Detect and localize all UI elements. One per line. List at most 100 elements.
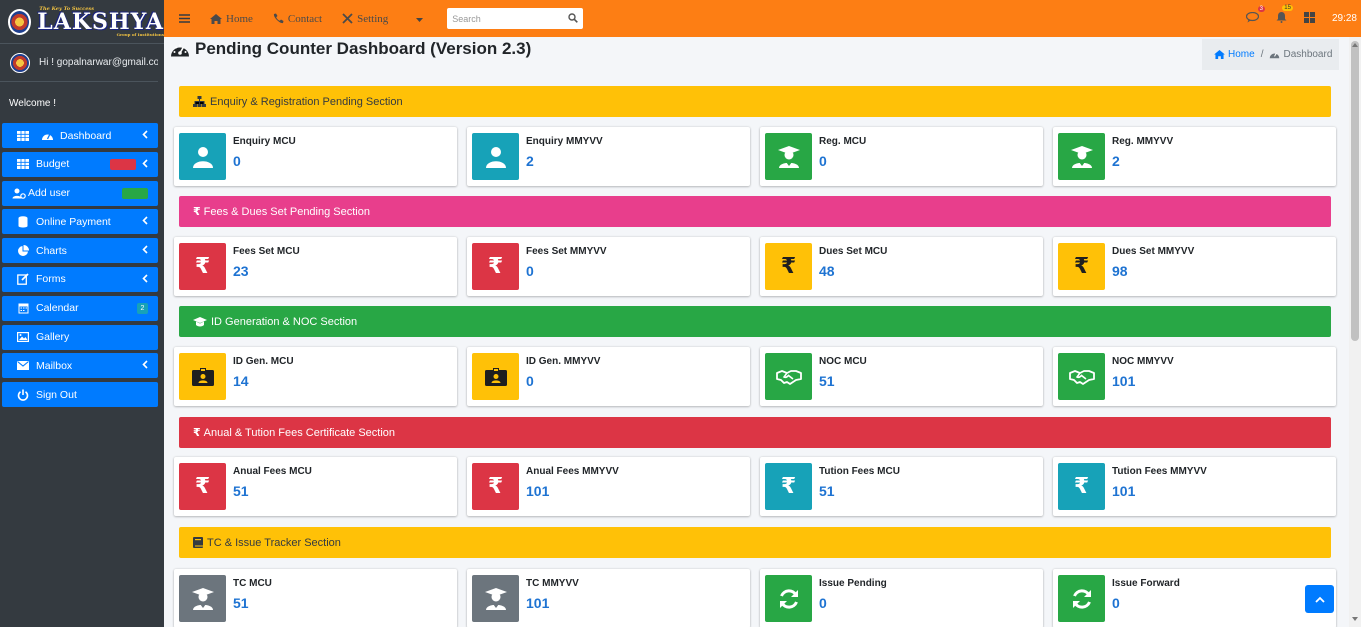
sidebar-item-dashboard[interactable]: Dashboard [2, 123, 158, 148]
sidebar-item-add-user[interactable]: Add user [2, 180, 158, 206]
card-label: Fees Set MMYVV [526, 246, 607, 257]
chevron-left-icon[interactable] [142, 159, 148, 171]
calendar-icon [16, 302, 30, 314]
brand[interactable]: The Key To Success LAKSHYA Group of Inst… [0, 0, 164, 44]
sidebar-item-charts[interactable]: Charts [2, 238, 158, 264]
card-label: Dues Set MMYVV [1112, 246, 1195, 257]
sidebar-item-gallery[interactable]: Gallery [2, 324, 158, 350]
user-cog-icon [12, 188, 26, 199]
breadcrumb-current-label: Dashboard [1283, 49, 1333, 60]
card-label: NOC MCU [819, 356, 867, 367]
chevron-left-icon[interactable] [142, 360, 148, 372]
sidebar-item-forms[interactable]: Forms [2, 266, 158, 292]
card-value: 101 [526, 595, 550, 611]
sidebar-item-label: Add user [28, 187, 71, 200]
card-label: Reg. MCU [819, 136, 867, 147]
card-anual-fees-mcu[interactable]: ₹ Anual Fees MCU 51 [174, 457, 457, 516]
card-issue-pending[interactable]: Issue Pending 0 [760, 569, 1043, 627]
clock-display: 29:28 [1331, 13, 1357, 24]
tachometer-icon [1270, 52, 1280, 59]
welcome-text: Welcome ! [9, 98, 57, 109]
nav-contact-link[interactable]: Contact [273, 13, 322, 25]
pie-chart-icon [16, 244, 30, 257]
card-noc-mmyvv[interactable]: NOC MMYVV 101 [1053, 347, 1336, 406]
sidebar-item-sign-out[interactable]: Sign Out [2, 382, 158, 408]
scrollbar-thumb[interactable] [1351, 41, 1359, 341]
sidebar-item-label: Forms [36, 273, 66, 286]
card-fees-set-mcu[interactable]: ₹ Fees Set MCU 23 [174, 237, 457, 296]
sidebar-menu: Dashboard Budget Add user Online Payment… [0, 123, 164, 408]
chevron-left-icon[interactable] [142, 245, 148, 257]
sidebar-item-calendar[interactable]: Calendar 2 [2, 295, 158, 321]
page-title-text: Pending Counter Dashboard (Version 2.3) [195, 39, 532, 58]
chevron-left-icon[interactable] [142, 216, 148, 228]
sidebar-item-mailbox[interactable]: Mailbox [2, 353, 158, 379]
card-id-gen-mcu[interactable]: ID Gen. MCU 14 [174, 347, 457, 406]
rupee-icon: ₹ [1058, 243, 1105, 290]
notifications-badge: 15 [1282, 5, 1293, 11]
card-tution-fees-mcu[interactable]: ₹ Tution Fees MCU 51 [760, 457, 1043, 516]
rupee-icon: ₹ [179, 243, 226, 290]
section-header-enquiry: Enquiry & Registration Pending Section [179, 86, 1331, 117]
card-id-gen-mmyvv[interactable]: ID Gen. MMYVV 0 [467, 347, 750, 406]
card-anual-fees-mmyvv[interactable]: ₹ Anual Fees MMYVV 101 [467, 457, 750, 516]
sidebar-item-label: Charts [36, 244, 67, 257]
scroll-up-icon[interactable] [1352, 38, 1358, 50]
nav-setting-link[interactable]: Setting [342, 13, 388, 25]
back-to-top-button[interactable] [1305, 585, 1334, 613]
handshake-icon [1058, 353, 1105, 400]
sidebar-item-online-payment[interactable]: Online Payment [2, 209, 158, 235]
card-value: 101 [1112, 373, 1136, 389]
card-enquiry-mmyvv[interactable]: Enquiry MMYVV 2 [467, 127, 750, 186]
chevron-left-icon[interactable] [142, 274, 148, 286]
card-tc-mmyvv[interactable]: TC MMYVV 101 [467, 569, 750, 627]
card-noc-mcu[interactable]: NOC MCU 51 [760, 347, 1043, 406]
handshake-icon [765, 353, 812, 400]
sidebar-item-label: Calendar [36, 302, 79, 315]
scroll-down-icon[interactable] [1352, 612, 1358, 624]
sidebar: The Key To Success LAKSHYA Group of Inst… [0, 0, 164, 627]
card-label: Anual Fees MCU [233, 466, 312, 477]
card-issue-forward[interactable]: Issue Forward 0 [1053, 569, 1336, 627]
nav-home-link[interactable]: Home [210, 13, 253, 25]
card-fees-set-mmyvv[interactable]: ₹ Fees Set MMYVV 0 [467, 237, 750, 296]
user-icon [472, 133, 519, 180]
search-icon[interactable] [568, 13, 579, 26]
section-title: TC & Issue Tracker Section [207, 536, 341, 549]
card-value: 0 [526, 263, 534, 279]
card-tc-mcu[interactable]: TC MCU 51 [174, 569, 457, 627]
sidebar-item-budget[interactable]: Budget [2, 151, 158, 177]
hamburger-icon[interactable] [179, 12, 190, 26]
apps-grid-button[interactable] [1303, 11, 1315, 26]
card-value: 0 [819, 153, 827, 169]
table-icon [16, 159, 30, 170]
card-enquiry-mcu[interactable]: Enquiry MCU 0 [174, 127, 457, 186]
breadcrumb-current: Dashboard [1269, 49, 1332, 60]
chevron-left-icon[interactable] [142, 130, 148, 142]
brand-name: The Key To Success LAKSHYA Group of Inst… [37, 6, 164, 37]
user-greeting[interactable]: Hi ! gopalnarwar@gmail.com [39, 57, 158, 68]
book-icon [193, 537, 203, 548]
card-reg-mcu[interactable]: Reg. MCU 0 [760, 127, 1043, 186]
card-dues-set-mcu[interactable]: ₹ Dues Set MCU 48 [760, 237, 1043, 296]
section-header-anual-tution: ₹ Anual & Tution Fees Certificate Sectio… [179, 417, 1331, 448]
caret-down-icon[interactable] [416, 13, 424, 25]
new-badge-icon [122, 187, 148, 199]
home-icon [1214, 50, 1225, 59]
search-input[interactable] [447, 8, 558, 29]
user-panel[interactable]: Hi ! gopalnarwar@gmail.com [0, 44, 158, 82]
database-icon [16, 216, 30, 228]
card-value: 0 [819, 595, 827, 611]
card-tution-fees-mmyvv[interactable]: ₹ Tution Fees MMYVV 101 [1053, 457, 1336, 516]
brand-sub: Group of Institutions [116, 31, 164, 37]
messages-button[interactable]: 3 [1245, 5, 1265, 26]
card-label: NOC MMYVV [1112, 356, 1174, 367]
notifications-button[interactable]: 15 [1276, 5, 1293, 26]
sidebar-item-label: Budget [36, 158, 70, 171]
breadcrumb-home-link[interactable]: Home [1214, 49, 1255, 60]
nav-setting-label: Setting [357, 12, 389, 25]
card-reg-mmyvv[interactable]: Reg. MMYVV 2 [1053, 127, 1336, 186]
rupee-icon: ₹ [193, 205, 201, 218]
dashboard-icon [40, 130, 54, 141]
card-dues-set-mmyvv[interactable]: ₹ Dues Set MMYVV 98 [1053, 237, 1336, 296]
